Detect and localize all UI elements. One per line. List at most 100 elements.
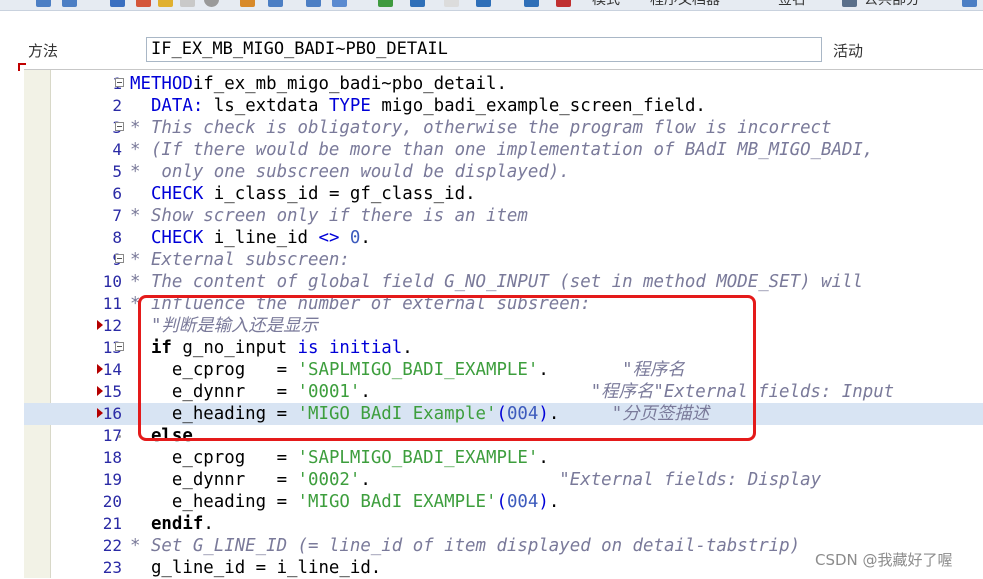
pencil-icon[interactable]: [268, 0, 283, 7]
line-number: 13: [102, 338, 122, 357]
code-token: DATA:: [150, 96, 204, 116]
activate-icon[interactable]: [136, 0, 151, 7]
change-marker-icon: [97, 408, 103, 418]
line-number: 16: [102, 404, 122, 423]
code-token: is initial: [297, 338, 403, 358]
check-icon[interactable]: [158, 0, 173, 7]
code-text: * (If there would be more than one imple…: [130, 139, 873, 161]
watermark: CSDN @我藏好了喔: [815, 551, 953, 569]
display-icon[interactable]: [306, 0, 321, 7]
code-line[interactable]: 12 "判断是输入还是显示: [24, 315, 983, 337]
code-line[interactable]: 21 endif.: [24, 513, 983, 535]
code-token: * (If there would be more than one imple…: [130, 140, 874, 160]
line-number: 1: [52, 73, 122, 95]
code-line[interactable]: 14 e_cprog = 'SAPLMIGO_BADI_EXAMPLE'. "程…: [24, 359, 983, 381]
code-text: * Set G_LINE_ID (= line_id of item displ…: [130, 535, 800, 557]
toolbar-documentation-button[interactable]: 程序文档器: [650, 0, 720, 8]
fold-toggle-icon[interactable]: [115, 78, 124, 87]
toolbar-public-section-button[interactable]: 公共部分: [864, 0, 920, 8]
code-text: if g_no_input is initial.: [130, 337, 413, 359]
code-token: * The content of global field G_NO_INPUT…: [130, 272, 863, 292]
code-line[interactable]: 9 * External subscreen:: [24, 249, 983, 271]
line-number: 22: [102, 536, 122, 555]
application-toolbar: 模式 程序文档器 签名 公共部分: [0, 0, 983, 11]
breakpoint-icon[interactable]: [524, 0, 539, 7]
code-token: <>: [318, 228, 340, 248]
code-token: .: [360, 382, 591, 402]
info-icon[interactable]: [476, 0, 491, 7]
code-line[interactable]: 16 e_heading = 'MIGO BAdI Example'(004).…: [24, 403, 983, 425]
code-token: ): [538, 404, 549, 424]
code-token: ): [538, 492, 549, 512]
copy-icon[interactable]: [180, 0, 195, 7]
code-token: i_line_id: [203, 228, 319, 248]
line-number: 11: [102, 294, 122, 313]
code-line[interactable]: 4 * (If there would be more than one impl…: [24, 139, 983, 161]
code-line[interactable]: 2 DATA: ls_extdata TYPE migo_badi_exampl…: [24, 95, 983, 117]
code-token: * This check is obligatory, otherwise th…: [130, 118, 832, 138]
code-token: (: [496, 492, 507, 512]
fold-toggle-icon[interactable]: [115, 342, 124, 351]
edit-icon[interactable]: [110, 0, 125, 7]
code-token: if_ex_mb_migo_badi~pbo_detail.: [192, 74, 507, 94]
delete-breakpoint-icon[interactable]: [556, 0, 571, 7]
where-used-icon[interactable]: [332, 0, 347, 7]
code-line[interactable]: 11 * influence the number of external sub…: [24, 293, 983, 315]
fold-toggle-icon[interactable]: [115, 122, 124, 131]
change-marker-icon: [97, 364, 103, 374]
code-token: * Set G_LINE_ID (= line_id of item displ…: [130, 536, 801, 556]
code-token: TYPE: [328, 96, 371, 116]
window-icon[interactable]: [444, 0, 459, 7]
code-token: 'SAPLMIGO_BADI_EXAMPLE': [297, 360, 539, 380]
code-line[interactable]: 8 CHECK i_line_id <> 0.: [24, 227, 983, 249]
code-line[interactable]: 19 e_dynnr = '0002'. "External fields: D…: [24, 469, 983, 491]
code-token: migo_badi_example_screen_field.: [370, 96, 706, 116]
code-line[interactable]: 3 * This check is obligatory, otherwise t…: [24, 117, 983, 139]
code-token: .: [538, 360, 623, 380]
code-line[interactable]: 15 e_dynnr = '0001'. "程序名"External field…: [24, 381, 983, 403]
fold-toggle-icon[interactable]: [115, 254, 124, 263]
code-token: .: [360, 470, 560, 490]
method-name-field[interactable]: IF_EX_MB_MIGO_BADI~PBO_DETAIL: [146, 37, 822, 62]
code-line[interactable]: 5 * only one subscreen would be displayed…: [24, 161, 983, 183]
line-number: 10: [102, 272, 122, 291]
test-icon[interactable]: [204, 0, 219, 7]
code-line[interactable]: 17 else.: [24, 425, 983, 447]
code-line[interactable]: 18 e_cprog = 'SAPLMIGO_BADI_EXAMPLE'.: [24, 447, 983, 469]
code-line[interactable]: 6 CHECK i_class_id = gf_class_id.: [24, 183, 983, 205]
code-text: e_cprog = 'SAPLMIGO_BADI_EXAMPLE'.: [130, 447, 549, 469]
code-text: "判断是输入还是显示: [130, 315, 318, 337]
code-line[interactable]: 10 * The content of global field G_NO_INP…: [24, 271, 983, 293]
forward-icon[interactable]: [62, 0, 77, 7]
code-line[interactable]: 7 * Show screen only if there is an item: [24, 205, 983, 227]
code-token: e_cprog =: [130, 360, 298, 380]
code-text: e_heading = 'MIGO BAdI Example'(004). "分…: [130, 403, 709, 425]
line-number: 20: [102, 492, 122, 511]
code-token: 0: [349, 228, 361, 248]
code-editor[interactable]: 1 METHODif_ex_mb_migo_badi~pbo_detail.2 D…: [24, 69, 983, 578]
code-token: 004: [506, 492, 539, 512]
code-text: e_dynnr = '0001'. "程序名"External fields: …: [130, 381, 894, 403]
code-line[interactable]: 13 if g_no_input is initial.: [24, 337, 983, 359]
toolbar-signature-button[interactable]: 签名: [778, 0, 806, 8]
line-number: 5: [112, 162, 122, 181]
code-line[interactable]: 1 METHODif_ex_mb_migo_badi~pbo_detail.: [24, 73, 983, 95]
hierarchy-icon[interactable]: [240, 0, 255, 7]
back-icon[interactable]: [36, 0, 51, 7]
method-label: 方法: [28, 42, 59, 60]
status-label: 活动: [833, 42, 864, 60]
layout-icon[interactable]: [378, 0, 393, 7]
code-text: * External subscreen:: [130, 249, 350, 271]
line-number: 19: [102, 470, 122, 489]
more-icon[interactable]: [962, 0, 977, 7]
line-number: 8: [112, 228, 122, 247]
code-token: .: [360, 228, 371, 248]
code-line[interactable]: 20 e_heading = 'MIGO BAdI EXAMPLE'(004).: [24, 491, 983, 513]
toolbar-pattern-button[interactable]: 模式: [592, 0, 620, 8]
code-token: * Show screen only if there is an item: [130, 206, 528, 226]
print-icon[interactable]: [410, 0, 425, 7]
code-text: METHODif_ex_mb_migo_badi~pbo_detail.: [130, 73, 507, 95]
code-token: * External subscreen:: [130, 250, 350, 270]
